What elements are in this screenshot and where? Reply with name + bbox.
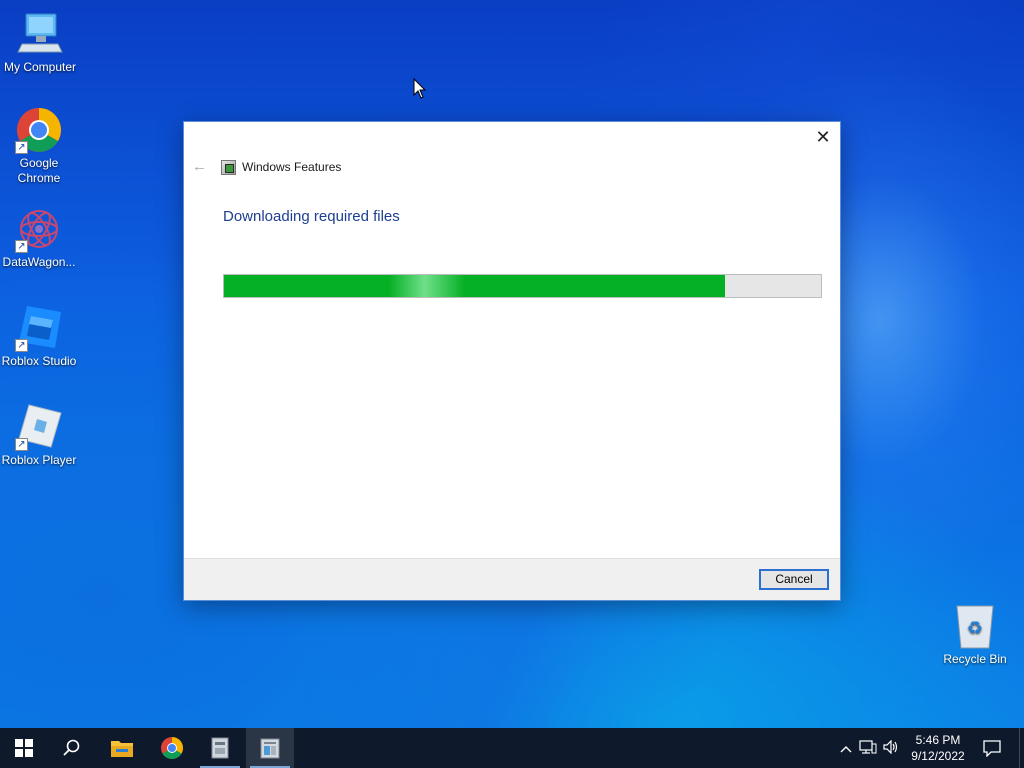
desktop-icon-label: Google Chrome xyxy=(17,156,61,185)
desktop-icon-my-computer[interactable]: My Computer xyxy=(0,10,80,75)
taskbar-windows-features[interactable] xyxy=(246,728,294,768)
shortcut-arrow-icon: ↗ xyxy=(15,339,28,352)
desktop-icon-label: My Computer xyxy=(3,60,77,74)
progress-bar xyxy=(223,274,822,298)
shortcut-arrow-icon: ↗ xyxy=(15,240,28,253)
system-tray xyxy=(838,728,902,768)
svg-text:♻: ♻ xyxy=(967,618,983,639)
search-button[interactable] xyxy=(48,728,96,768)
clock-date: 9/12/2022 xyxy=(911,749,965,763)
show-desktop-button[interactable] xyxy=(1019,728,1024,768)
windows-features-dialog: ✕ ← Windows Features Downloading require… xyxy=(183,121,841,601)
windows-features-icon xyxy=(260,738,280,759)
chrome-icon xyxy=(161,737,183,759)
desktop-icon-recycle-bin[interactable]: ♻ Recycle Bin xyxy=(935,602,1015,667)
taskbar: 5:46 PM 9/12/2022 xyxy=(0,728,1024,768)
desktop-icon-label: Roblox Player xyxy=(1,453,77,467)
back-arrow-icon[interactable]: ← xyxy=(192,158,207,175)
show-hidden-icons-icon[interactable] xyxy=(838,741,854,756)
roblox-player-icon: ↗ xyxy=(15,403,63,451)
desktop-icon-google-chrome[interactable]: ↗ Google Chrome xyxy=(0,106,79,186)
shortcut-arrow-icon: ↗ xyxy=(15,141,28,154)
network-icon[interactable] xyxy=(856,739,880,757)
taskbar-chrome[interactable] xyxy=(148,728,196,768)
action-center-button[interactable] xyxy=(968,728,1016,768)
desktop-icon-label: DataWagon... xyxy=(2,255,76,269)
start-icon xyxy=(15,739,33,757)
computer-icon xyxy=(16,10,64,58)
taskbar-app[interactable] xyxy=(196,728,244,768)
taskbar-clock[interactable]: 5:46 PM 9/12/2022 xyxy=(905,732,971,764)
start-button[interactable] xyxy=(0,728,48,768)
chrome-icon: ↗ xyxy=(15,106,63,154)
volume-icon[interactable] xyxy=(880,739,902,757)
windows-features-icon xyxy=(221,160,236,175)
dialog-heading: Downloading required files xyxy=(223,208,400,225)
cancel-button[interactable]: Cancel xyxy=(759,569,829,590)
progress-bar-fill xyxy=(224,275,726,297)
mouse-cursor-icon xyxy=(413,77,427,105)
recycle-bin-icon: ♻ xyxy=(951,602,999,650)
search-icon xyxy=(63,739,80,756)
desktop-icon-label: Recycle Bin xyxy=(943,652,1007,666)
notification-icon xyxy=(983,740,1001,757)
clock-time: 5:46 PM xyxy=(915,733,961,747)
desktop-icon-roblox-player[interactable]: ↗ Roblox Player xyxy=(0,403,79,468)
desktop-icon-datawagon[interactable]: ↗ DataWagon... xyxy=(0,205,79,270)
desktop-icon-roblox-studio[interactable]: ↗ Roblox Studio xyxy=(0,304,79,369)
file-explorer-icon xyxy=(111,741,133,757)
datawagon-icon: ↗ xyxy=(15,205,63,253)
dialog-title: Windows Features xyxy=(242,160,342,174)
shortcut-arrow-icon: ↗ xyxy=(15,438,28,451)
desktop-icon-label: Roblox Studio xyxy=(1,354,77,368)
taskbar-file-explorer[interactable] xyxy=(98,728,146,768)
roblox-studio-icon: ↗ xyxy=(15,304,63,352)
app-icon xyxy=(211,737,229,759)
dialog-footer: Cancel xyxy=(184,558,840,600)
close-icon[interactable]: ✕ xyxy=(812,126,834,148)
